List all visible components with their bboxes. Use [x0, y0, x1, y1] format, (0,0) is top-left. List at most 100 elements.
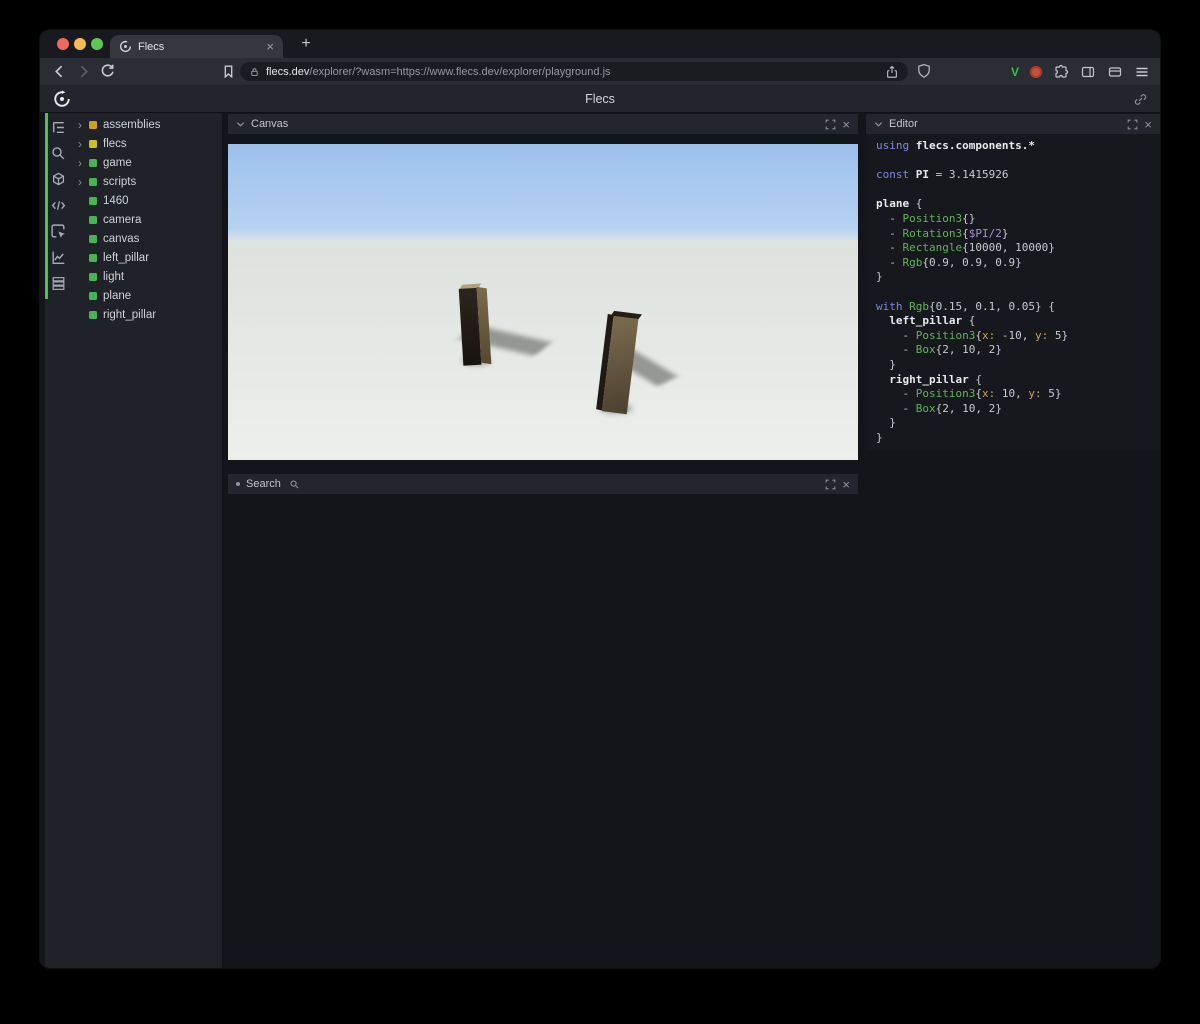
tree-item-label: scripts — [103, 175, 137, 188]
stats-chart-icon[interactable] — [50, 249, 67, 266]
tree-item-label: assemblies — [103, 118, 161, 131]
editor-panel-header[interactable]: Editor × — [866, 114, 1160, 134]
back-icon[interactable] — [51, 63, 68, 80]
editor-code[interactable]: using flecs.components.* const PI = 3.14… — [866, 134, 1160, 450]
menu-hamburger-icon[interactable] — [1134, 64, 1150, 80]
url-domain: flecs.dev — [266, 65, 310, 78]
tree-item-left_pillar[interactable]: left_pillar — [78, 248, 220, 267]
expand-icon[interactable] — [825, 119, 836, 130]
canvas-panel-header[interactable]: Canvas × — [228, 114, 858, 134]
browser-tab[interactable]: Flecs × — [110, 35, 283, 58]
lock-icon — [251, 67, 258, 76]
tree-item-label: right_pillar — [103, 308, 157, 321]
tree-item-scripts[interactable]: › scripts — [78, 172, 220, 191]
entity-color-swatch — [89, 196, 97, 205]
browser-window: Flecs × + flecs.dev/explorer/?wasm=https… — [40, 30, 1160, 968]
extensions-puzzle-icon[interactable] — [1053, 64, 1069, 80]
code-line: - Rectangle{10000, 10000} — [876, 241, 1055, 255]
extension-v-button[interactable]: V — [1011, 65, 1019, 79]
wallet-icon[interactable] — [1107, 64, 1123, 80]
extension-red-button[interactable] — [1030, 65, 1042, 78]
entity-color-swatch — [89, 272, 97, 281]
queries-rows-icon[interactable] — [50, 275, 67, 292]
code-line: - Position3{x: 10, y: 5} — [876, 387, 1062, 401]
tab-title: Flecs — [138, 40, 165, 53]
tree-item-plane[interactable]: plane — [78, 286, 220, 305]
tree-item-game[interactable]: › game — [78, 153, 220, 172]
chevron-down-icon[interactable] — [236, 120, 245, 129]
code-line: using flecs.components.* — [876, 139, 1035, 152]
page-title: Flecs — [585, 92, 615, 106]
tree-item-assemblies[interactable]: › assemblies — [78, 115, 220, 134]
tree-item-label: light — [103, 270, 125, 283]
code-line: - Rgb{0.9, 0.9, 0.9} — [876, 255, 1022, 269]
search-panel-header[interactable]: Search × — [228, 474, 858, 494]
tree-item-label: game — [103, 156, 132, 169]
entity-color-swatch — [89, 158, 97, 167]
entity-color-swatch — [89, 253, 97, 262]
code-line: } — [876, 416, 896, 430]
entity-color-swatch — [89, 177, 97, 186]
canvas-3d-viewport[interactable] — [228, 144, 858, 460]
share-icon[interactable] — [885, 65, 899, 79]
entities-cube-icon[interactable] — [50, 171, 67, 188]
tree-item-1460[interactable]: 1460 — [78, 191, 220, 210]
search-icon[interactable] — [50, 145, 67, 162]
reload-icon[interactable] — [99, 63, 116, 80]
chevron-right-icon[interactable]: › — [78, 176, 89, 188]
code-icon[interactable] — [50, 197, 67, 214]
code-line: left_pillar { — [889, 314, 976, 328]
chevron-down-icon[interactable] — [874, 120, 883, 129]
close-icon[interactable]: × — [842, 118, 850, 131]
entity-color-swatch — [89, 215, 97, 224]
search-icon — [290, 479, 299, 488]
tree-view-icon[interactable] — [50, 119, 67, 136]
traffic-light-minimize[interactable] — [74, 38, 86, 50]
close-icon[interactable]: × — [266, 39, 274, 54]
tree-item-right_pillar[interactable]: right_pillar — [78, 305, 220, 324]
tree-item-canvas[interactable]: canvas — [78, 229, 220, 248]
new-tab-button[interactable]: + — [296, 33, 316, 55]
code-line: plane { — [876, 197, 923, 211]
inspector-icon[interactable] — [50, 223, 67, 240]
side-panel-icon[interactable] — [1080, 64, 1096, 80]
tree-item-label: camera — [103, 213, 142, 226]
close-icon[interactable]: × — [842, 478, 850, 491]
expand-icon[interactable] — [1127, 119, 1138, 130]
code-line: - Box{2, 10, 2} — [876, 401, 1002, 415]
expand-icon[interactable] — [825, 479, 836, 490]
chevron-right-icon[interactable]: › — [78, 157, 89, 169]
forward-icon[interactable] — [75, 63, 92, 80]
chevron-right-icon[interactable]: › — [78, 119, 89, 131]
chevron-right-icon[interactable]: › — [78, 138, 89, 150]
entity-color-swatch — [89, 234, 97, 243]
tree-item-label: canvas — [103, 232, 140, 245]
permalink-icon[interactable] — [1133, 92, 1148, 107]
brave-shield-icon[interactable] — [916, 63, 932, 79]
left-column: › assemblies › flecs › game › scripts 1460 camera… — [40, 113, 222, 968]
navigation-bar: flecs.dev/explorer/?wasm=https://www.fle… — [40, 58, 1160, 85]
entity-color-swatch — [89, 310, 97, 319]
tree-item-label: plane — [103, 289, 132, 302]
tree-item-camera[interactable]: camera — [78, 210, 220, 229]
left-pillar-mesh — [458, 283, 492, 367]
editor-panel: Editor × using flecs.components.* const … — [866, 114, 1160, 450]
close-icon[interactable]: × — [1144, 118, 1152, 131]
bookmark-icon[interactable] — [220, 63, 237, 80]
tree-item-light[interactable]: light — [78, 267, 220, 286]
collapsed-dot-icon[interactable] — [236, 482, 240, 486]
panel-title: Canvas — [251, 118, 289, 130]
entity-color-swatch — [89, 120, 97, 129]
search-panel: Search × — [228, 474, 858, 494]
entity-color-swatch — [89, 291, 97, 300]
traffic-light-close[interactable] — [57, 38, 69, 50]
url-bar[interactable]: flecs.dev/explorer/?wasm=https://www.fle… — [240, 62, 908, 81]
url-text[interactable]: flecs.dev/explorer/?wasm=https://www.fle… — [266, 66, 879, 78]
traffic-light-zoom[interactable] — [91, 38, 103, 50]
panel-title: Search — [246, 478, 281, 490]
canvas-panel: Canvas × — [228, 114, 858, 460]
url-path: /explorer/?wasm=https://www.flecs.dev/ex… — [309, 65, 611, 78]
tree-item-flecs[interactable]: › flecs — [78, 134, 220, 153]
